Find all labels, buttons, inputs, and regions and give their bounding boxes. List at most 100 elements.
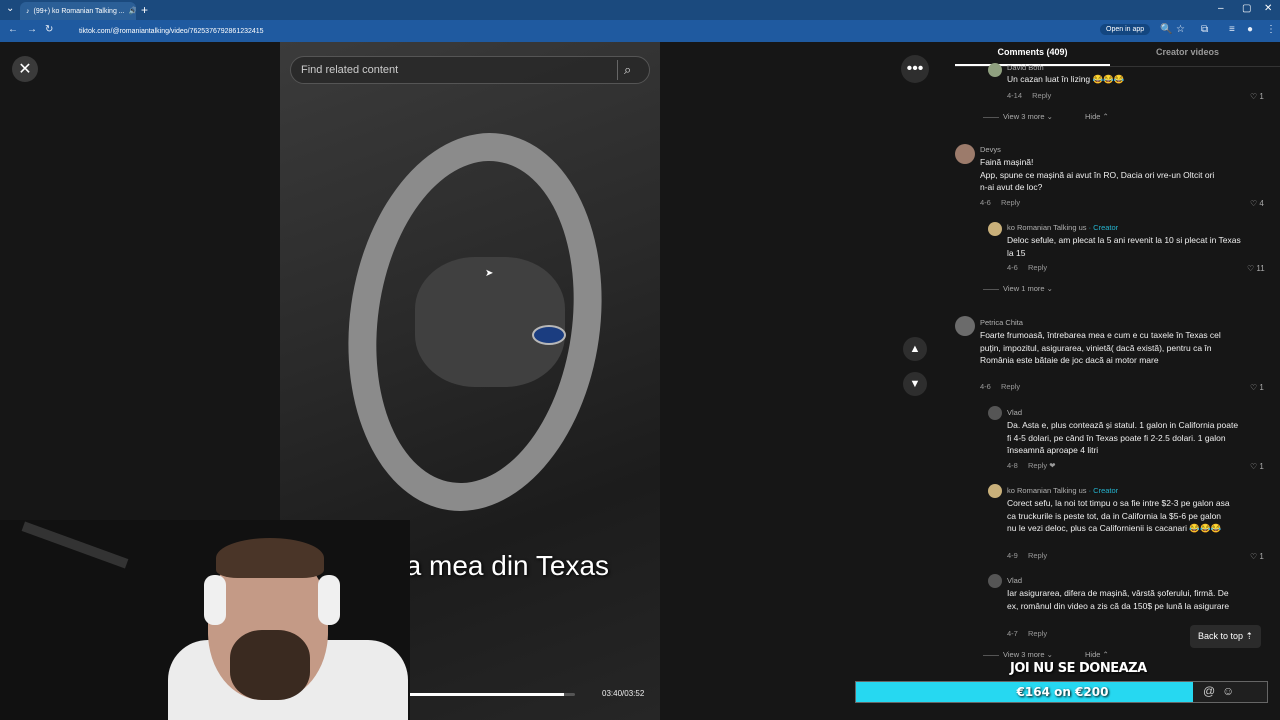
ford-logo [532,325,566,345]
view-more-replies[interactable]: View 3 more ⌄ [983,650,1053,659]
heart-icon: ♡ [1250,462,1258,471]
avatar[interactable] [988,63,1002,77]
hide-replies[interactable]: Hide ⌃ [1085,112,1109,121]
browser-toolbar: ← → ↻ tiktok.com/@romaniantalking/video/… [0,20,1280,42]
new-tab-button[interactable]: + [141,3,148,17]
divider-dash [983,654,999,656]
back-to-top-label: Back to top [1198,631,1244,641]
next-video-button[interactable]: ▼ [903,372,927,396]
comment-date: 4-7 [1007,629,1018,638]
maximize-button[interactable]: ▢ [1242,3,1251,14]
comment-text: Corect sefu, la noi tot timpu o sa fie i… [1007,498,1230,533]
heart-icon: ♡ [1250,92,1258,101]
comment-username[interactable]: Vlad [1007,576,1022,585]
like-count: 4 [1259,199,1264,208]
close-icon: ✕ [18,61,32,78]
comment-text: Un cazan luat în lizing 😂😂😂 [1007,74,1125,84]
comment-meta: 4-14 Reply [1007,91,1051,100]
comment-username[interactable]: Vlad [1007,408,1022,417]
view-more-label: View 3 more [1003,112,1045,121]
address-bar[interactable]: tiktok.com/@romaniantalking/video/762537… [64,22,1092,40]
comment-date: 4-8 [1007,461,1018,470]
more-options-button[interactable]: ••• [901,55,929,83]
like-button[interactable]: ♡ 11 [1247,264,1265,273]
heart-icon: ♡ [1250,552,1258,561]
view-more-replies[interactable]: View 3 more ⌄ [983,112,1053,121]
like-button[interactable]: ♡ 1 [1250,462,1264,471]
minimize-button[interactable]: – [1218,3,1224,14]
reply-button[interactable]: Reply [1001,382,1020,391]
window-close-button[interactable]: ✕ [1264,3,1272,14]
forward-icon[interactable]: → [27,24,37,35]
avatar[interactable] [955,316,975,336]
tiktok-icon: ♪ [26,7,30,15]
bookmark-star-icon[interactable]: ☆ [1176,24,1185,35]
comment-username[interactable]: Devys [980,145,1001,154]
zoom-icon[interactable]: 🔍 [1160,24,1172,35]
comment-meta: 4-6 Reply [980,198,1020,207]
avatar[interactable] [988,574,1002,588]
open-in-app-button[interactable]: Open in app [1100,24,1151,35]
tab-comments[interactable]: Comments (409) [955,47,1110,57]
comment-username[interactable]: ko Romanian Talking us · Creator [1007,223,1118,232]
comment-username[interactable]: ko Romanian Talking us · Creator [1007,486,1118,495]
microphone-arm-image [21,521,129,569]
comment-date: 4-6 [980,198,991,207]
close-video-button[interactable]: ✕ [12,56,38,82]
back-icon[interactable]: ← [8,24,18,35]
tiktok-page: ✕ Find related content ⌕ Masina mea din … [0,42,1280,720]
like-count: 1 [1259,383,1264,392]
like-button[interactable]: ♡ 4 [1250,199,1264,208]
creator-badge: · Creator [1088,223,1119,232]
reply-button[interactable]: Reply [1001,198,1020,207]
like-button[interactable]: ♡ 1 [1250,92,1264,101]
reply-button[interactable]: Reply [1028,629,1047,638]
comment-username[interactable]: David Both [1007,63,1044,72]
like-button[interactable]: ♡ 1 [1250,383,1264,392]
sidebar-icon[interactable]: ≡ [1229,24,1235,35]
chevron-up-icon: ⌃ [1102,650,1109,659]
reply-button[interactable]: Reply [1032,91,1051,100]
hide-replies[interactable]: Hide ⌃ [1085,650,1109,659]
like-count: 1 [1259,552,1264,561]
avatar[interactable] [988,222,1002,236]
heart-icon: ♡ [1250,383,1258,392]
video-time: 03:40/03:52 [602,689,645,698]
reply-button[interactable]: Reply [1028,263,1047,272]
back-to-top-button[interactable]: Back to top ⇡ [1190,625,1262,648]
search-icon[interactable]: ⌕ [624,62,640,78]
comment-meta: 4-6 Reply [980,382,1020,391]
creator-name: ko Romanian Talking us [1007,486,1087,495]
hide-label: Hide [1085,650,1101,659]
emoji-icon[interactable]: ☺ [1222,684,1234,698]
progress-bar[interactable] [390,693,575,696]
avatar[interactable] [988,406,1002,420]
chevron-down-icon: ⌄ [1046,284,1053,293]
donation-title: JOI NU SE DONEAZA [1010,661,1147,676]
reply-button[interactable]: Reply [1028,461,1047,470]
profile-avatar-icon[interactable]: ● [1247,24,1253,35]
tabs-divider [955,66,1280,67]
extensions-icon[interactable]: ⧉ [1201,24,1208,35]
speaker-icon: 🔊 [128,8,136,15]
tab-list-icon[interactable]: ⌄ [6,3,14,14]
headphone-left-image [204,575,226,625]
reload-icon[interactable]: ↻ [45,24,53,35]
panel-tabs: Comments (409) Creator videos [955,42,1280,67]
reply-button[interactable]: Reply [1028,551,1047,560]
avatar[interactable] [988,484,1002,498]
comment-username[interactable]: Petrica Chita [980,318,1023,327]
comment-date: 4-6 [980,382,991,391]
avatar[interactable] [955,144,975,164]
mention-icon[interactable]: @ [1203,684,1215,698]
view-more-label: View 3 more [1003,650,1045,659]
previous-video-button[interactable]: ▲ [903,337,927,361]
view-more-replies[interactable]: View 1 more ⌄ [983,284,1053,293]
chevron-up-icon: ⌃ [1102,112,1109,121]
browser-tab[interactable]: ♪ (99+) ko Romanian Talking ... 🔊 ✕ [20,2,136,20]
like-count: 1 [1259,92,1264,101]
search-input[interactable]: Find related content [290,56,650,84]
menu-icon[interactable]: ⋮ [1266,24,1276,35]
like-button[interactable]: ♡ 1 [1250,552,1264,561]
tab-creator-videos[interactable]: Creator videos [1110,47,1265,57]
